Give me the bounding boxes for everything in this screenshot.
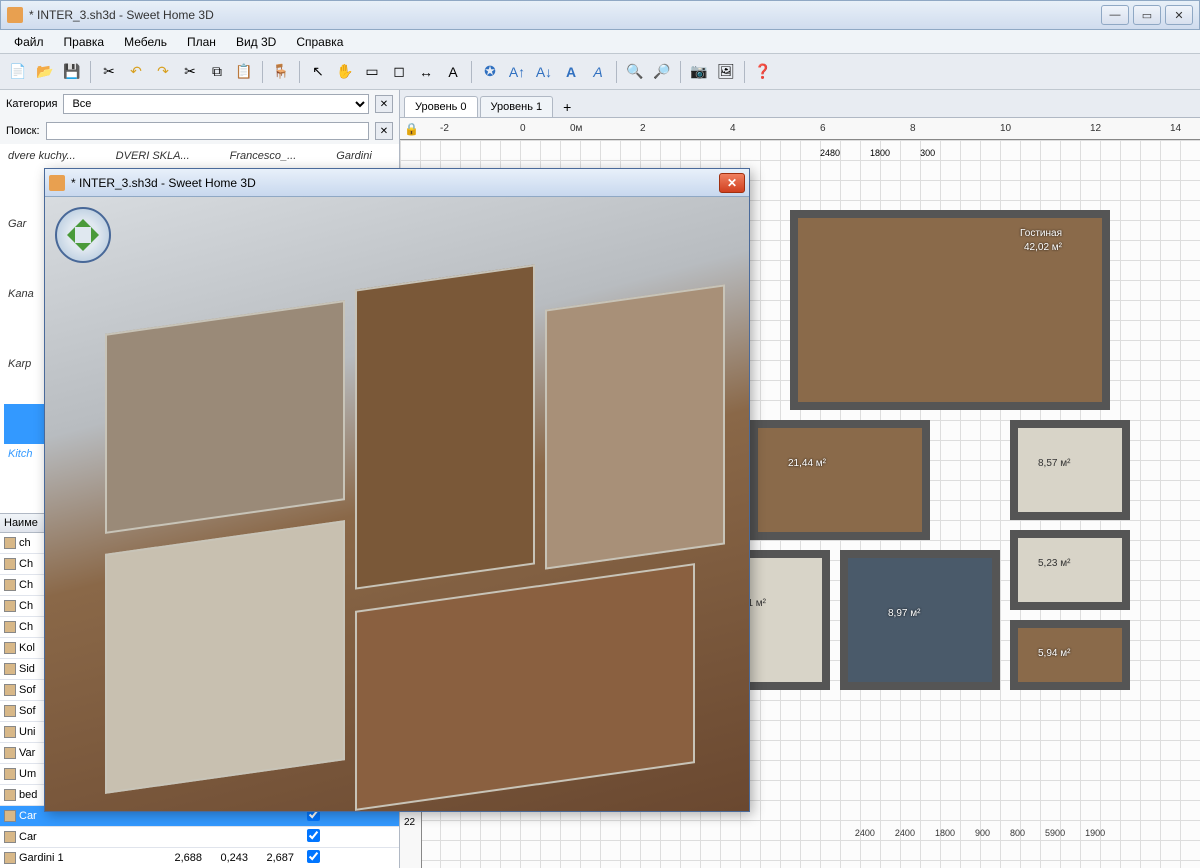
window-title: * INTER_3.sh3d - Sweet Home 3D (29, 8, 1101, 22)
cut-icon[interactable]: ✂ (97, 60, 121, 84)
text-dec-icon[interactable]: A↓ (532, 60, 556, 84)
close-button[interactable]: ✕ (1165, 5, 1193, 25)
catalog-item[interactable]: dvere kuchy... (8, 150, 76, 162)
main-titlebar: * INTER_3.sh3d - Sweet Home 3D — ▭ ✕ (0, 0, 1200, 30)
popup-title-text: * INTER_3.sh3d - Sweet Home 3D (71, 176, 719, 190)
catalog-item[interactable]: Gardini (336, 150, 371, 162)
popup-titlebar[interactable]: * INTER_3.sh3d - Sweet Home 3D ✕ (45, 169, 749, 197)
floorplan[interactable]: Гостиная 42,02 м² 21,44 м² 8,57 м² 5,23 … (750, 160, 1170, 720)
search-input[interactable] (46, 122, 369, 140)
menu-file[interactable]: Файл (6, 32, 52, 52)
italic-icon[interactable]: A (586, 60, 610, 84)
text-inc-icon[interactable]: A↑ (505, 60, 529, 84)
search-label: Поиск: (6, 125, 40, 137)
nav-compass[interactable] (55, 207, 111, 263)
popup-close-button[interactable]: ✕ (719, 173, 745, 193)
bold-icon[interactable]: A (559, 60, 583, 84)
zoom-in-icon[interactable]: 🔎 (650, 60, 674, 84)
dimensions-bottom: 2400 2400 1800 900 800 5900 1900 (800, 828, 1160, 858)
add-furniture-icon[interactable]: 🪑 (269, 60, 293, 84)
camera-icon[interactable]: 📷 (687, 60, 711, 84)
table-row[interactable]: Gardini 12,6880,2432,687 (0, 848, 399, 868)
cut2-icon[interactable]: ✂ (178, 60, 202, 84)
compass-icon[interactable]: ✪ (478, 60, 502, 84)
minimize-button[interactable]: — (1101, 5, 1129, 25)
menu-edit[interactable]: Правка (56, 32, 113, 52)
level-tab-0[interactable]: Уровень 0 (404, 96, 478, 117)
undo-icon[interactable]: ↶ (124, 60, 148, 84)
copy-icon[interactable]: ⧉ (205, 60, 229, 84)
ruler-horizontal: 🔒 -2 0 0м 2 4 6 8 10 12 14 (400, 118, 1200, 140)
level-tab-1[interactable]: Уровень 1 (480, 96, 554, 117)
visibility-checkbox[interactable] (307, 850, 320, 863)
zoom-out-icon[interactable]: 🔍 (623, 60, 647, 84)
menu-view3d[interactable]: Вид 3D (228, 32, 284, 52)
app-icon (7, 7, 23, 23)
open-icon[interactable]: 📂 (33, 60, 57, 84)
room-icon[interactable]: ◻ (387, 60, 411, 84)
category-select[interactable]: Все (63, 94, 369, 114)
menu-plan[interactable]: План (179, 32, 224, 52)
dimension-icon[interactable]: ↔ (414, 60, 438, 84)
render-3d-view[interactable] (45, 197, 749, 811)
catalog-item[interactable]: Francesco_... (230, 150, 297, 162)
paste-icon[interactable]: 📋 (232, 60, 256, 84)
table-row[interactable]: Car (0, 827, 399, 848)
new-icon[interactable]: 📄 (6, 60, 30, 84)
catalog-item[interactable]: DVERI SKLA... (116, 150, 190, 162)
add-level-button[interactable]: + (555, 97, 579, 117)
popup-3d-window[interactable]: * INTER_3.sh3d - Sweet Home 3D ✕ (44, 168, 750, 812)
snapshot-icon[interactable]: 🖼 (714, 60, 738, 84)
maximize-button[interactable]: ▭ (1133, 5, 1161, 25)
help-icon[interactable]: ❓ (751, 60, 775, 84)
clear-search-button[interactable]: ✕ (375, 122, 393, 140)
wall-icon[interactable]: ▭ (360, 60, 384, 84)
clear-category-button[interactable]: ✕ (375, 95, 393, 113)
menu-furniture[interactable]: Мебель (116, 32, 175, 52)
toolbar: 📄 📂 💾 ✂ ↶ ↷ ✂ ⧉ 📋 🪑 ↖ ✋ ▭ ◻ ↔ A ✪ A↑ A↓ … (0, 54, 1200, 90)
pan-icon[interactable]: ✋ (333, 60, 357, 84)
menu-help[interactable]: Справка (288, 32, 351, 52)
lock-icon[interactable]: 🔒 (404, 122, 419, 136)
visibility-checkbox[interactable] (307, 829, 320, 842)
save-icon[interactable]: 💾 (60, 60, 84, 84)
popup-app-icon (49, 175, 65, 191)
category-label: Категория (6, 98, 57, 110)
text-icon[interactable]: A (441, 60, 465, 84)
select-icon[interactable]: ↖ (306, 60, 330, 84)
redo-icon[interactable]: ↷ (151, 60, 175, 84)
menubar: Файл Правка Мебель План Вид 3D Справка (0, 30, 1200, 54)
dimensions-top: 2480 1800 300 (820, 148, 935, 158)
